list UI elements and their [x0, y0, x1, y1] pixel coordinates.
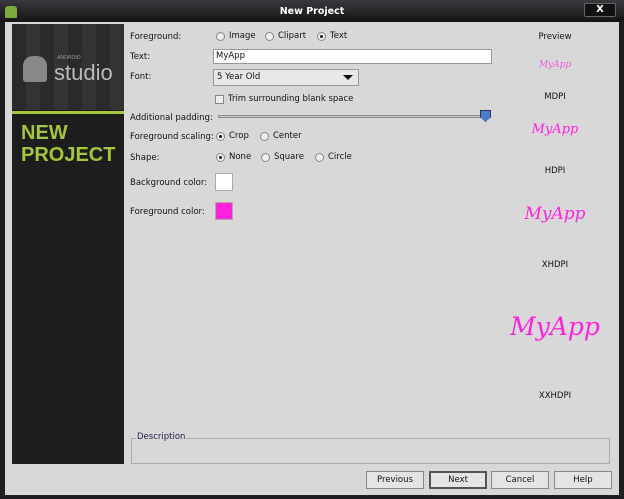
radio-circle [261, 152, 270, 162]
radio-crop[interactable]: Crop [216, 131, 249, 141]
checkbox-label: Trim surrounding blank space [228, 94, 354, 104]
window-title: New Project [279, 6, 345, 17]
radio-text[interactable]: Text [317, 31, 347, 41]
padding-label: Additional padding: [130, 113, 213, 123]
previous-button[interactable]: Previous [366, 471, 424, 489]
description-label: Description [136, 432, 187, 442]
logo-text: studio [54, 60, 113, 85]
radio-center[interactable]: Center [260, 131, 302, 141]
font-select[interactable]: 5 Year Old [213, 69, 359, 86]
slider-thumb[interactable] [480, 110, 491, 122]
font-value: 5 Year Old [217, 72, 261, 82]
radio-circle [216, 131, 225, 141]
sidebar-banner: ANDROID studio NEW PROJECT [12, 24, 124, 464]
divider [12, 111, 124, 114]
title-bar: New Project X [0, 0, 624, 22]
text-label: Text: [130, 52, 151, 62]
radio-circle [260, 131, 269, 141]
help-button[interactable]: Help [554, 471, 612, 489]
font-label: Font: [130, 72, 152, 82]
description-box: Description [131, 432, 610, 464]
radio-none[interactable]: None [216, 152, 251, 162]
checkbox-box [215, 94, 224, 104]
bg-color-label: Background color: [130, 178, 208, 188]
shape-label: Shape: [130, 153, 160, 163]
fg-color-swatch[interactable] [215, 202, 233, 220]
preview-xxhdpi-image: MyApp [510, 312, 600, 341]
radio-circle [216, 31, 225, 41]
cancel-button[interactable]: Cancel [491, 471, 549, 489]
radio-clipart[interactable]: Clipart [265, 31, 306, 41]
preview-xhdpi-image: MyApp [524, 204, 586, 224]
radio-label: Square [274, 152, 304, 162]
android-app-icon [5, 6, 17, 18]
text-input[interactable]: MyApp [213, 49, 492, 64]
studio-logo-area: ANDROID studio [12, 24, 124, 110]
label-xxhdpi: XXHDPI [538, 391, 572, 401]
radio-label: None [229, 152, 252, 162]
radio-label: Clipart [278, 31, 307, 41]
label-xhdpi: XHDPI [541, 260, 569, 270]
preview-title: Preview [538, 32, 572, 42]
preview-hdpi-image: MyApp [531, 122, 579, 137]
radio-label: Circle [328, 152, 352, 162]
scaling-label: Foreground scaling: [130, 132, 214, 142]
radio-label: Image [229, 31, 256, 41]
radio-circle [317, 31, 326, 41]
android-logo-icon [23, 56, 47, 82]
heading-line2: PROJECT [21, 144, 116, 166]
radio-label: Crop [229, 131, 249, 141]
padding-slider[interactable] [218, 115, 486, 118]
dialog-body: ANDROID studio NEW PROJECT Foreground: I… [5, 22, 619, 495]
fg-color-label: Foreground color: [130, 207, 205, 217]
radio-circle [265, 31, 274, 41]
banner-heading: NEW PROJECT [21, 122, 115, 166]
label-mdpi: MDPI [544, 92, 566, 102]
radio-circle [216, 152, 225, 162]
preview-mdpi-image: MyApp [538, 60, 572, 70]
radio-circle-shape[interactable]: Circle [315, 152, 352, 162]
radio-square[interactable]: Square [261, 152, 304, 162]
trim-checkbox[interactable]: Trim surrounding blank space [215, 94, 353, 104]
radio-image[interactable]: Image [216, 31, 256, 41]
label-hdpi: HDPI [544, 166, 566, 176]
next-button[interactable]: Next [429, 471, 487, 489]
heading-line1: NEW [21, 122, 68, 144]
close-button[interactable]: X [584, 3, 616, 17]
radio-circle [315, 152, 324, 162]
radio-label: Center [273, 131, 302, 141]
foreground-label: Foreground: [130, 32, 182, 42]
radio-label: Text [330, 31, 348, 41]
chevron-down-icon [343, 75, 353, 80]
bg-color-swatch[interactable] [215, 173, 233, 191]
